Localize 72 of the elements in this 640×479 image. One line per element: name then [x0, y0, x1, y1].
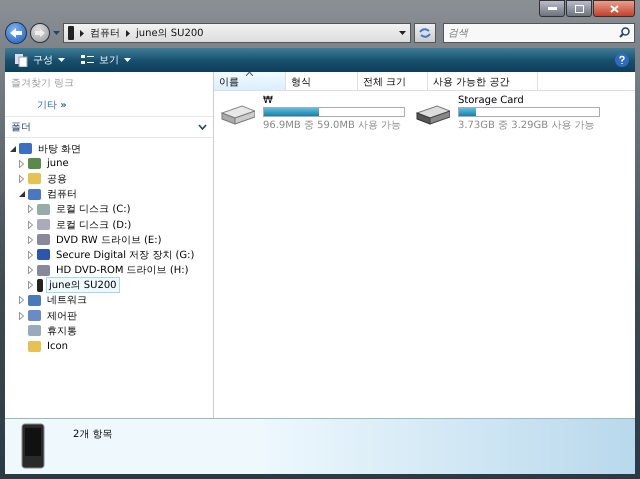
hard-drive-icon — [220, 102, 255, 124]
phone-icon — [21, 423, 47, 469]
search-icon — [619, 27, 630, 38]
tree-item[interactable]: 공용 — [44, 170, 70, 187]
help-icon[interactable] — [615, 53, 629, 67]
caret-icon — [124, 58, 131, 62]
dropdown-caret-icon — [399, 31, 406, 35]
forward-arrow-icon — [34, 28, 46, 38]
collapsed-triangle-icon[interactable] — [28, 250, 33, 259]
tree-item[interactable]: 로컬 디스크 (D:) — [53, 216, 134, 233]
dropdown-caret-icon — [53, 31, 60, 35]
tree-item[interactable]: Icon — [44, 340, 71, 353]
search-field[interactable]: 검색 — [443, 23, 635, 43]
breadcrumb[interactable]: 컴퓨터 — [90, 26, 120, 40]
refresh-icon — [418, 27, 432, 39]
tree-item[interactable]: Secure Digital 저장 장치 (G:) — [53, 246, 198, 263]
breadcrumb-arrow-icon — [80, 30, 84, 36]
maximize-icon — [574, 4, 584, 12]
free-space-text: 3.73GB 중 3.29GB 사용 가능 — [458, 119, 596, 132]
tree-item[interactable]: 컴퓨터 — [44, 186, 80, 202]
minimize-button[interactable] — [539, 0, 565, 17]
column-header[interactable]: 전체 크기 — [358, 72, 428, 90]
card-reader-icon — [415, 102, 450, 124]
tree-item[interactable]: 휴지통 — [44, 322, 80, 339]
tree-item[interactable]: june의 SU200 — [46, 277, 120, 294]
collapsed-triangle-icon[interactable] — [19, 174, 24, 183]
collapsed-triangle-icon[interactable] — [28, 266, 33, 274]
drive-name[interactable]: Storage Card — [458, 95, 600, 106]
collapsed-triangle-icon[interactable] — [28, 281, 33, 290]
chevron-down-icon — [198, 124, 207, 130]
tree-item[interactable]: 바탕 화면 — [35, 140, 84, 157]
back-arrow-icon — [9, 27, 23, 39]
minimize-icon — [548, 7, 556, 10]
item-count: 2개 항목 — [73, 428, 113, 441]
views-button[interactable]: 보기 — [77, 51, 135, 69]
tree-item[interactable]: june — [44, 157, 72, 170]
breadcrumb-arrow-icon — [126, 30, 130, 36]
back-button[interactable] — [5, 22, 27, 44]
favorites-heading: 즐겨찾기 링크 — [10, 77, 76, 91]
column-header[interactable]: 형식 — [286, 72, 358, 90]
refresh-button[interactable] — [414, 23, 436, 43]
documents-icon — [15, 54, 28, 66]
phone-icon — [37, 278, 43, 292]
drive-name[interactable]: ₩ — [263, 95, 405, 106]
tree-item[interactable]: 제어판 — [44, 308, 80, 324]
expanded-triangle-icon[interactable] — [18, 191, 24, 198]
close-button[interactable] — [593, 0, 635, 17]
breadcrumb[interactable]: june의 SU200 — [136, 26, 204, 40]
address-bar[interactable]: 컴퓨터 june의 SU200 — [63, 23, 411, 43]
maximize-button[interactable] — [566, 0, 592, 17]
folders-header[interactable]: 폴더 — [5, 117, 213, 138]
free-space-text: 96.9MB 중 59.0MB 사용 가능 — [263, 119, 402, 132]
collapsed-triangle-icon[interactable] — [28, 236, 33, 244]
collapsed-triangle-icon[interactable] — [28, 220, 33, 229]
phone-icon — [68, 26, 74, 40]
collapsed-triangle-icon[interactable] — [28, 205, 33, 214]
tree-item[interactable]: 네트워크 — [44, 292, 90, 308]
tree-item[interactable]: 로컬 디스크 (C:) — [53, 201, 134, 218]
collapsed-triangle-icon[interactable] — [19, 312, 24, 320]
column-header[interactable]: 사용 가능한 공간 — [428, 72, 538, 90]
forward-button[interactable] — [30, 23, 50, 43]
collapsed-triangle-icon[interactable] — [19, 160, 24, 168]
expanded-triangle-icon[interactable] — [10, 146, 16, 152]
tree-item[interactable]: HD DVD-ROM 드라이브 (H:) — [53, 262, 192, 278]
more-link[interactable]: 기타 » — [5, 94, 213, 117]
collapsed-triangle-icon[interactable] — [19, 296, 24, 304]
list-view-icon — [81, 54, 94, 66]
column-header[interactable]: 이름 — [214, 72, 286, 90]
tree-item[interactable]: DVD RW 드라이브 (E:) — [53, 232, 165, 248]
close-icon — [610, 4, 618, 12]
caret-icon — [58, 58, 65, 62]
organize-button[interactable]: 구성 — [11, 51, 69, 69]
